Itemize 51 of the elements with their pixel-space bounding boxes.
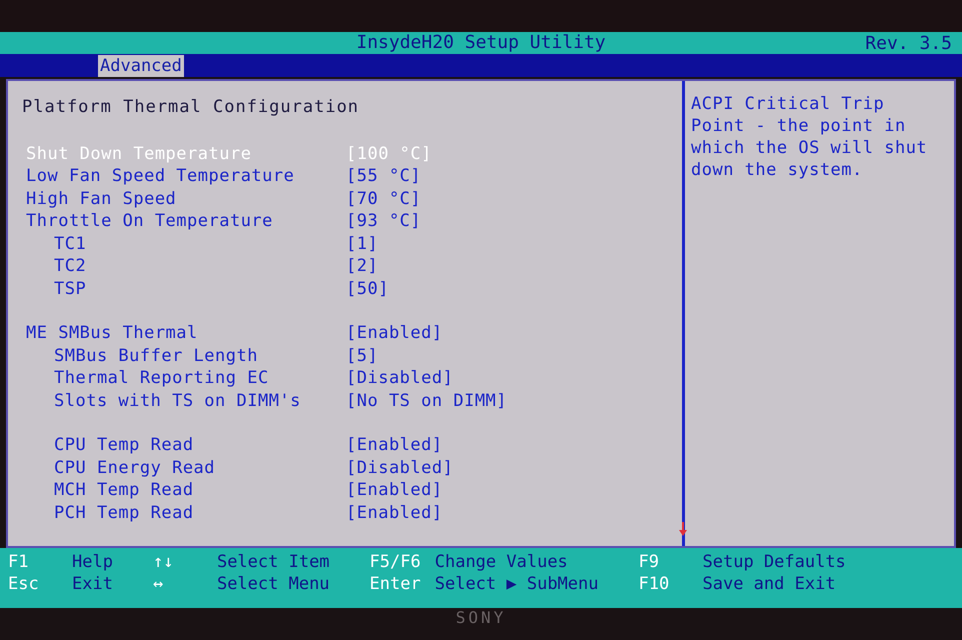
setting-value[interactable]: [50] (346, 278, 389, 299)
setting-label[interactable]: Throttle On Temperature (22, 211, 346, 232)
key-label: F5/F6 (370, 552, 421, 572)
setting-label[interactable]: MCH Temp Read (22, 480, 346, 500)
utility-title: InsydeH20 Setup Utility (356, 32, 606, 54)
bezel-logo: SONY (456, 608, 506, 629)
setting-label[interactable]: SMBus Buffer Length (22, 346, 346, 366)
key-label: ↑↓ (152, 552, 174, 572)
key-action: Change Values (434, 552, 568, 572)
help-text: ACPI Critical Trip Point - the point in which the OS will shut down the system. (691, 92, 928, 181)
setting-value[interactable]: [2] (346, 256, 378, 276)
key-label: F9 (638, 552, 660, 572)
menu-tab[interactable]: Advanced (98, 54, 184, 77)
key-action: Exit (72, 574, 113, 594)
key-action: Select Item (216, 552, 330, 572)
setting-label[interactable]: Thermal Reporting EC (22, 368, 346, 388)
setting-value[interactable]: [Disabled] (346, 458, 454, 478)
key-label: ↔ (152, 574, 164, 594)
setting-value[interactable]: [Enabled] (346, 323, 443, 344)
key-action: Select Menu (216, 574, 330, 594)
key-action: Save and Exit (702, 574, 836, 594)
key-label: Enter (370, 574, 421, 594)
setting-label[interactable]: TSP (22, 278, 346, 299)
key-action: Help (72, 552, 113, 572)
setting-value[interactable]: [70 °C] (346, 188, 422, 209)
key-label: Esc (8, 574, 40, 594)
setting-value[interactable]: [55 °C] (346, 166, 422, 186)
key-label: F1 (8, 552, 30, 572)
key-action: Select ▶ SubMenu (434, 574, 598, 594)
setting-label[interactable]: Low Fan Speed Temperature (22, 166, 346, 186)
page-title: Platform Thermal Configuration (22, 96, 360, 117)
setting-label[interactable]: PCH Temp Read (22, 502, 346, 523)
setting-value[interactable]: [1] (346, 234, 378, 254)
setting-label[interactable]: Slots with TS on DIMM's (22, 390, 346, 411)
setting-label[interactable]: High Fan Speed (22, 188, 346, 209)
setting-label[interactable]: CPU Temp Read (22, 435, 346, 456)
setting-value[interactable]: [Enabled] (346, 502, 443, 523)
setting-label[interactable]: ME SMBus Thermal (22, 323, 346, 344)
setting-label[interactable]: CPU Energy Read (22, 458, 346, 478)
key-action: Setup Defaults (702, 552, 846, 572)
revision-label: Rev. 3.5 (865, 33, 952, 54)
setting-value[interactable]: [5] (346, 346, 378, 366)
setting-value[interactable]: [No TS on DIMM] (346, 390, 508, 411)
setting-label[interactable]: TC2 (22, 256, 346, 276)
setting-label[interactable]: TC1 (22, 234, 346, 254)
key-label: F10 (638, 574, 670, 594)
setting-value[interactable]: [Enabled] (346, 435, 443, 456)
setting-value[interactable]: [Enabled] (346, 480, 443, 500)
setting-value[interactable]: [93 °C] (346, 211, 422, 232)
setting-value[interactable]: [Disabled] (346, 368, 454, 388)
scroll-down-icon (678, 522, 688, 536)
